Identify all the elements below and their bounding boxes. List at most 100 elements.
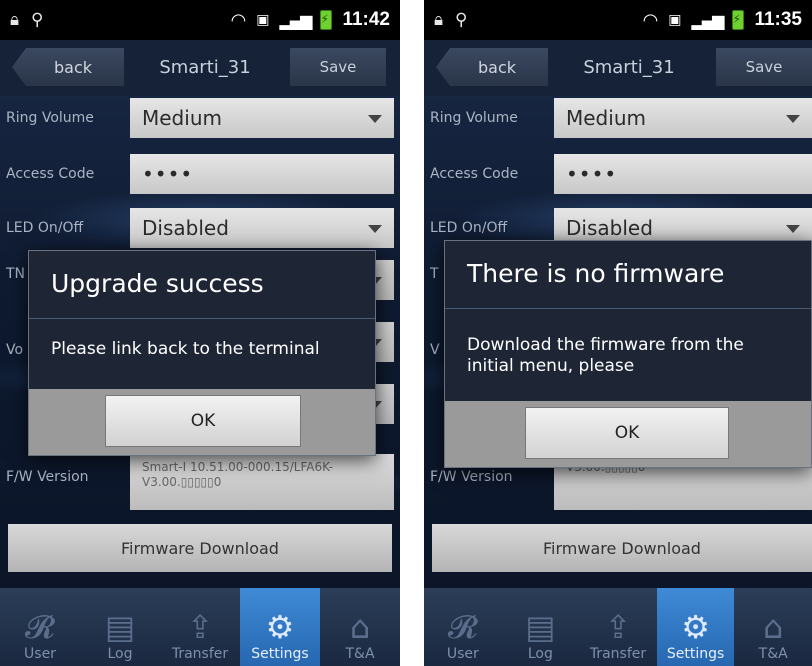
time-attendance-icon: ⌂ <box>763 608 784 646</box>
wifi-icon: ◠ <box>230 9 247 31</box>
fw-version-value: Smart-I 10.51.00-000.15/LFA6K-V3.00.▯▯▯▯… <box>130 454 394 510</box>
firmware-download-button[interactable]: Firmware Download <box>8 524 392 572</box>
status-time: 11:42 <box>342 9 390 30</box>
back-button[interactable]: back <box>436 48 548 86</box>
led-label: LED On/Off <box>6 220 84 236</box>
ring-volume-value: Medium <box>566 106 646 130</box>
dialog-title: Upgrade success <box>29 251 375 319</box>
settings-row-access-code: Access Code •••• <box>424 152 812 196</box>
tab-transfer[interactable]: ⇪ Transfer <box>579 588 657 666</box>
log-icon: ▤ <box>525 608 556 646</box>
tab-label: User <box>446 646 479 662</box>
ok-button[interactable]: OK <box>525 407 729 459</box>
lock-icon: 🔒︎ <box>10 10 20 30</box>
tab-label: T&A <box>758 646 788 662</box>
tab-time-attendance[interactable]: ⌂ T&A <box>734 588 812 666</box>
tab-log[interactable]: ▤ Log <box>80 588 160 666</box>
settings-row-access-code: Access Code •••• <box>0 152 400 196</box>
log-icon: ▤ <box>104 608 136 646</box>
access-code-label: Access Code <box>6 166 95 182</box>
access-code-label: Access Code <box>430 166 519 182</box>
tab-settings[interactable]: ⚙ Settings <box>656 588 735 666</box>
led-value: Disabled <box>566 216 653 240</box>
ok-button[interactable]: OK <box>105 395 301 447</box>
battery-icon <box>320 10 333 30</box>
access-code-input[interactable]: •••• <box>130 154 394 194</box>
tab-transfer[interactable]: ⇪ Transfer <box>160 588 240 666</box>
dialog-message: Please link back to the terminal <box>51 339 320 359</box>
user-icon: 𝓡 <box>25 608 55 646</box>
partial-row-label: TN <box>6 266 26 282</box>
save-button[interactable]: Save <box>716 48 812 86</box>
chevron-down-icon <box>368 115 382 123</box>
dialog-upgrade-success: Upgrade success Please link back to the … <box>28 250 376 456</box>
tab-label: Log <box>107 646 133 662</box>
transfer-icon: ⇪ <box>604 608 632 646</box>
transfer-icon: ⇪ <box>186 608 214 646</box>
status-bar: 🔒︎ ⚲ ◠ ▣ ▂▄▆ 11:42 <box>0 0 400 40</box>
user-icon: 𝓡 <box>447 608 478 646</box>
settings-row-fw-version: F/W Version Smart-I 10.51.00-000.15/LFA6… <box>0 452 400 512</box>
tab-label: Settings <box>666 646 725 662</box>
ring-volume-dropdown[interactable]: Medium <box>130 98 394 138</box>
access-code-input[interactable]: •••• <box>554 154 812 194</box>
tab-user[interactable]: 𝓡 User <box>0 588 80 666</box>
bottom-tab-bar: 𝓡 User ▤ Log ⇪ Transfer ⚙ Settings ⌂ T&A <box>0 588 400 666</box>
tab-label: Settings <box>251 646 309 662</box>
status-bar: 🔒︎ ⚲ ◠ ▣ ▂▄▆ 11:35 <box>424 0 812 40</box>
sim-icon: ▣ <box>668 12 682 28</box>
ring-volume-label: Ring Volume <box>430 110 518 126</box>
phone-screen-no-firmware: 🔒︎ ⚲ ◠ ▣ ▂▄▆ 11:35 back Smarti_31 Save R… <box>424 0 812 666</box>
usb-icon: ⚲ <box>31 10 44 30</box>
firmware-download-button[interactable]: Firmware Download <box>432 524 812 572</box>
tab-label: T&A <box>345 646 375 662</box>
ring-volume-value: Medium <box>142 106 222 130</box>
status-time: 11:35 <box>754 9 802 30</box>
led-value: Disabled <box>142 216 229 240</box>
dialog-message: Download the firmware from the initial m… <box>467 335 744 376</box>
time-attendance-icon: ⌂ <box>349 608 371 646</box>
dialog-no-firmware: There is no firmware Download the firmwa… <box>444 240 812 468</box>
sim-icon: ▣ <box>256 12 270 28</box>
signal-icon: ▂▄▆ <box>279 10 313 30</box>
settings-gear-icon: ⚙ <box>265 608 295 646</box>
title-bar: back Smarti_31 Save <box>0 40 400 96</box>
tab-label: Transfer <box>589 646 647 662</box>
dialog-title: There is no firmware <box>445 241 811 309</box>
tab-time-attendance[interactable]: ⌂ T&A <box>320 588 400 666</box>
chevron-down-icon <box>786 225 800 233</box>
tab-label: User <box>24 646 56 662</box>
back-button[interactable]: back <box>12 48 124 86</box>
tab-label: Log <box>527 646 553 662</box>
phone-screen-upgrade-success: 🔒︎ ⚲ ◠ ▣ ▂▄▆ 11:42 back Smarti_31 Save R… <box>0 0 400 666</box>
chevron-down-icon <box>368 225 382 233</box>
tab-settings[interactable]: ⚙ Settings <box>240 588 320 666</box>
bottom-tab-bar: 𝓡 User ▤ Log ⇪ Transfer ⚙ Settings ⌂ T&A <box>424 588 812 666</box>
tab-user[interactable]: 𝓡 User <box>424 588 502 666</box>
partial-row-label: V <box>430 342 440 358</box>
settings-gear-icon: ⚙ <box>681 608 710 646</box>
tab-log[interactable]: ▤ Log <box>502 588 580 666</box>
partial-row-label: Vo <box>6 342 24 358</box>
ring-volume-label: Ring Volume <box>6 110 94 126</box>
page-title: Smarti_31 <box>583 56 675 78</box>
partial-row-label: T <box>430 266 439 282</box>
dialog-footer: OK <box>445 401 811 467</box>
ring-volume-dropdown[interactable]: Medium <box>554 98 812 138</box>
led-dropdown[interactable]: Disabled <box>130 208 394 248</box>
dialog-footer: OK <box>29 389 375 455</box>
settings-row-led: LED On/Off Disabled <box>0 206 400 250</box>
chevron-down-icon <box>786 115 800 123</box>
title-bar: back Smarti_31 Save <box>424 40 812 96</box>
save-button[interactable]: Save <box>290 48 386 86</box>
page-title: Smarti_31 <box>159 56 251 78</box>
lock-icon: 🔒︎ <box>434 10 444 30</box>
settings-row-ring-volume: Ring Volume Medium <box>424 96 812 140</box>
usb-icon: ⚲ <box>455 10 468 30</box>
signal-icon: ▂▄▆ <box>691 10 725 30</box>
wifi-icon: ◠ <box>642 9 659 31</box>
fw-version-label: F/W Version <box>6 469 89 485</box>
tab-label: Transfer <box>171 646 229 662</box>
battery-icon <box>732 10 745 30</box>
settings-row-ring-volume: Ring Volume Medium <box>0 96 400 140</box>
